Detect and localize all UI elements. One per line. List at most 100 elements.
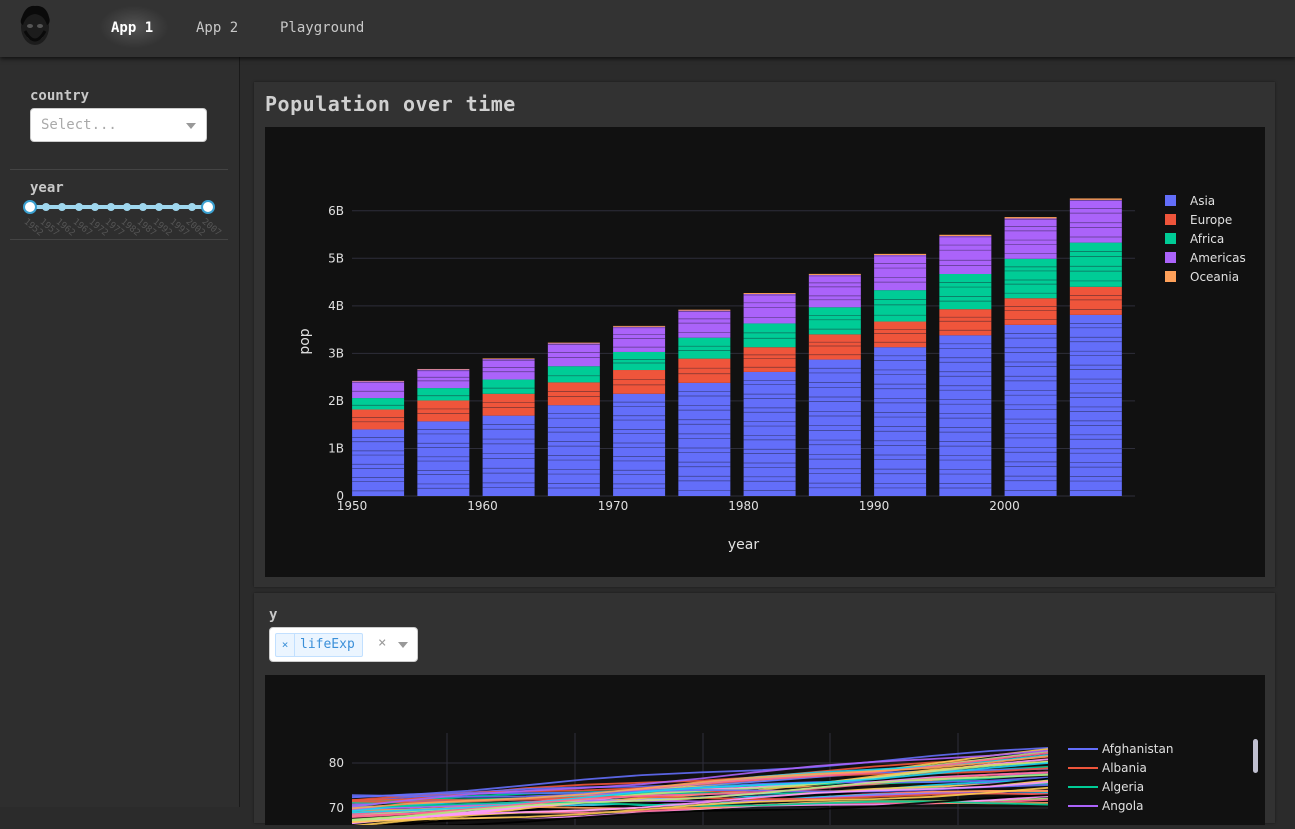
remove-chip-icon[interactable]: × (276, 634, 295, 656)
y-axis-title: pop (297, 328, 313, 354)
legend-swatch (1165, 195, 1176, 206)
slider-mark-dot[interactable] (171, 203, 180, 211)
slider-track[interactable] (30, 205, 208, 209)
slider-mark-dot[interactable] (106, 203, 115, 211)
slider-mark-dot[interactable] (42, 203, 51, 211)
y-multi-select[interactable]: × lifeExp × (269, 627, 418, 662)
bar-segment (808, 359, 861, 496)
selected-chip[interactable]: × lifeExp (275, 633, 363, 657)
y-tick-label: 5B (328, 251, 344, 265)
bar-segment (352, 381, 405, 399)
chip-label: lifeExp (300, 637, 355, 652)
y-tick-label: 2B (328, 394, 344, 408)
slider-mark-dot[interactable] (123, 203, 132, 211)
bar-segment (547, 405, 600, 496)
bar-segment (678, 358, 731, 383)
tab-playground[interactable]: Playground (280, 16, 364, 40)
bar-segment (874, 347, 927, 496)
y-tick-label: 1B (328, 441, 344, 455)
slider-mark-dot[interactable] (74, 203, 83, 211)
bar-segment (808, 334, 861, 360)
bar-segment (352, 398, 405, 410)
y-tick-label: 80 (329, 756, 344, 770)
slider-handle[interactable] (23, 200, 37, 214)
slider-mark-dot[interactable] (139, 203, 148, 211)
chevron-down-icon[interactable] (398, 642, 408, 648)
bar-segment (1069, 242, 1122, 287)
bar-segment (613, 370, 666, 394)
year-label: year (30, 180, 64, 196)
bar-segment (1004, 217, 1057, 220)
bar-segment (1004, 298, 1057, 325)
slider-mark-dot[interactable] (187, 203, 196, 211)
bar-segment (678, 337, 731, 359)
legend-entry: Europe (1190, 213, 1232, 227)
bar-segment (939, 235, 992, 274)
country-select-placeholder: Select... (41, 117, 117, 133)
x-tick-label: 1960 (467, 499, 498, 513)
bar-segment (939, 234, 992, 238)
bar-segment (482, 393, 535, 416)
bar-segment (874, 290, 927, 322)
slider-mark-dot[interactable] (155, 203, 164, 211)
bar-segment (547, 382, 600, 406)
sidebar-divider (10, 169, 228, 170)
bar-segment (1004, 258, 1057, 299)
x-tick-label: 2000 (989, 499, 1020, 513)
x-tick-label: 1990 (859, 499, 890, 513)
bar-segment (482, 415, 535, 496)
bar-segment (417, 388, 470, 401)
slider-handle[interactable] (201, 200, 215, 214)
country-label: country (30, 88, 90, 104)
bar-segment (417, 400, 470, 422)
bar-segment (1004, 324, 1057, 496)
legend-entry: Africa (1190, 232, 1224, 246)
bar-segment (743, 371, 796, 496)
sidebar-divider (10, 239, 228, 240)
slider-mark-dot[interactable] (58, 203, 67, 211)
y-tick-label: 4B (328, 299, 344, 313)
legend-swatch (1165, 252, 1176, 263)
bar-segment (678, 382, 731, 496)
bar-segment (1004, 218, 1057, 259)
country-select[interactable]: Select... (30, 108, 207, 142)
legend-swatch (1165, 271, 1176, 282)
tab-app-1[interactable]: App 1 (111, 16, 153, 40)
top-nav: App 1 App 2 Playground (0, 0, 1295, 57)
bar-segment (808, 307, 861, 335)
bar-segment (939, 335, 992, 496)
bar-segment (939, 273, 992, 310)
lifeexp-chart[interactable]: 80 70 Afghanistan Albania Algeria Angola (265, 675, 1265, 829)
chevron-down-icon[interactable] (186, 123, 196, 129)
bar-segment (547, 366, 600, 383)
clear-icon[interactable]: × (378, 635, 386, 651)
x-tick-label: 1980 (728, 499, 759, 513)
bar-segment (808, 273, 861, 277)
bar-segment (939, 309, 992, 336)
bar-segment (417, 369, 470, 389)
legend-entry: Asia (1190, 194, 1215, 208)
logo-icon (20, 5, 50, 45)
bar-segment (352, 409, 405, 430)
legend-entry: Albania (1102, 761, 1147, 775)
bar-segment (613, 326, 666, 352)
population-chart-svg[interactable]: 01B2B3B4B5B6B1950 1960 1970 1980 1990 2000yea… (265, 127, 1265, 577)
y-tick-label: 6B (328, 204, 344, 218)
y-tick-label: 3B (328, 346, 344, 360)
bar-segment (874, 254, 927, 291)
card-title: Population over time (265, 92, 516, 116)
bar-segment (808, 274, 861, 308)
population-chart[interactable]: 0 1B 2B 3B 4B 5B 6B 1950 1960 1970 1980 1990 2000 yea… (265, 127, 1265, 577)
tab-app-2[interactable]: App 2 (196, 16, 238, 40)
legend-swatch (1165, 214, 1176, 225)
lifeexp-chart-svg[interactable]: 80 70 Afghanistan Albania Algeria Angola (265, 675, 1265, 829)
bar-segment (613, 393, 666, 496)
bar-segment (613, 351, 666, 371)
legend-entry: Algeria (1102, 780, 1144, 794)
slider-mark-dot[interactable] (90, 203, 99, 211)
bar-segment (547, 343, 600, 367)
legend-swatch (1165, 233, 1176, 244)
bar-segment (1069, 286, 1122, 315)
legend-entry: Oceania (1190, 270, 1239, 284)
bar-segment (352, 429, 405, 496)
